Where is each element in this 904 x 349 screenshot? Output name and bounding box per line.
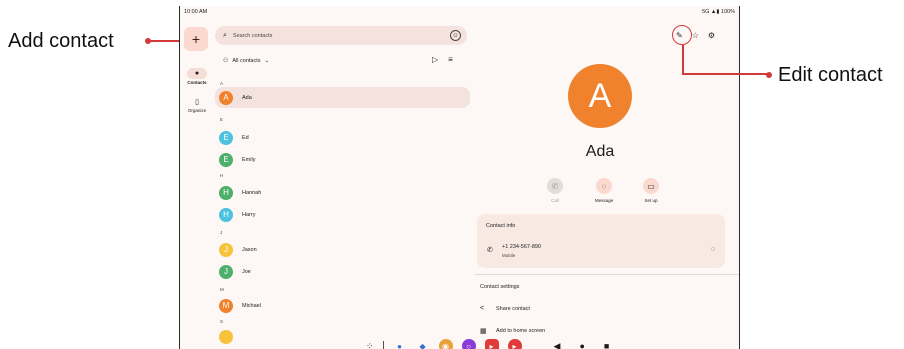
callout-edit-contact-label: Edit contact [778, 64, 883, 86]
setting-label: Share contact [496, 305, 530, 312]
bookmark-icon: ▯ [195, 98, 199, 106]
contact-name: Hannah [242, 189, 262, 196]
contact-name: Ada [242, 94, 252, 101]
taskbar: ⁘ ● ◆ ◉ ○ ▸ ▸ ◀ ● ■ [366, 339, 609, 349]
phone-icon: ✆ [547, 178, 563, 194]
more-settings-icon[interactable]: ⚙ [708, 31, 715, 40]
add-to-home-item[interactable]: ▦ Add to home screen [480, 327, 545, 335]
plus-icon: + [191, 31, 201, 47]
status-time: 10:00 AM [184, 9, 208, 15]
contact-settings-title: Contact settings [480, 284, 520, 290]
contact-row[interactable]: J Joe [215, 261, 470, 282]
contact-row[interactable]: J Jason [215, 239, 470, 260]
contact-row[interactable]: H Harry [215, 204, 470, 225]
tablet-screen: 10:00 AM 5G ▲▮ 100% + ● Contacts ▯ Organ… [179, 6, 740, 349]
message-icon[interactable]: ◌ [711, 246, 715, 253]
search-icon: ⌕ [223, 31, 227, 39]
contact-row[interactable]: H Hannah [215, 182, 470, 203]
contact-photo: A [568, 64, 632, 128]
rail-item-organize[interactable]: ▯ Organize [182, 96, 212, 114]
message-action[interactable]: ◌ Message [584, 178, 624, 203]
divider [475, 274, 739, 275]
contact-name: Joe [242, 268, 251, 275]
action-label: Message [594, 198, 614, 203]
contact-title: Ada [585, 143, 615, 160]
youtube-app-icon[interactable]: ▸ [484, 339, 499, 349]
avatar [219, 330, 233, 344]
section-header: A [220, 81, 224, 86]
label-icon[interactable]: ▷ [432, 55, 438, 64]
section-header: M [220, 287, 224, 292]
contact-name: Michael [242, 302, 261, 309]
contact-row[interactable]: E Emily [215, 149, 470, 170]
status-indicators: 5G ▲▮ 100% [702, 9, 735, 15]
camera-app-icon[interactable]: ○ [461, 339, 476, 349]
home-screen-icon: ▦ [480, 328, 487, 335]
avatar: H [219, 207, 233, 222]
music-app-icon[interactable]: ▸ [507, 339, 522, 349]
contact-name: Harry [242, 211, 256, 218]
callout-add-contact-label: Add contact [8, 30, 114, 52]
callout-edit-contact-line [682, 73, 768, 75]
chrome-app-icon[interactable]: ◉ [438, 339, 453, 349]
share-contact-item[interactable]: < Share contact [480, 305, 530, 312]
contact-row[interactable]: E Ed [215, 127, 470, 148]
section-header: J [220, 230, 223, 235]
action-label: Call [551, 198, 559, 203]
recents-button[interactable]: ■ [604, 341, 609, 349]
share-icon: < [480, 305, 485, 312]
sort-icon[interactable]: ≡ [448, 55, 453, 64]
section-header: E [220, 117, 224, 122]
call-action[interactable]: ✆ Call [535, 178, 575, 203]
rail-item-contacts[interactable]: ● Contacts [182, 68, 212, 85]
phone-icon: ✆ [487, 247, 493, 254]
section-header: S [220, 319, 224, 324]
phone-number[interactable]: +1 234-567-890 [502, 244, 541, 250]
search-input[interactable]: Search contacts [233, 33, 272, 39]
contact-name: Jason [242, 246, 257, 253]
messages-app-icon[interactable]: ◆ [415, 339, 430, 349]
add-contact-button[interactable]: + [184, 27, 208, 51]
contact-name: Emily [242, 156, 256, 163]
home-button[interactable]: ● [579, 341, 584, 349]
rail-item-label: Contacts [187, 80, 207, 85]
avatar: J [219, 242, 233, 257]
phone-type: Mobile [502, 253, 516, 258]
contact-row[interactable]: M Michael [215, 295, 470, 316]
rail-item-label: Organize [187, 108, 207, 113]
callout-edit-contact-ring [672, 25, 692, 45]
filter-label: All contacts [232, 57, 261, 64]
star-icon[interactable]: ☆ [692, 31, 699, 40]
callout-edit-contact-line [682, 45, 684, 74]
list-tools: ▷ ≡ [432, 55, 453, 64]
setup-action[interactable]: ▭ Set up [631, 178, 671, 203]
avatar: H [219, 185, 233, 200]
avatar: A [219, 90, 233, 105]
account-icon[interactable]: ☺ [450, 30, 461, 41]
avatar: J [219, 264, 233, 279]
contact-name: Ed [242, 134, 249, 141]
setting-label: Add to home screen [496, 328, 546, 334]
search-bar[interactable]: ⌕ Search contacts ☺ [215, 26, 467, 45]
avatar: M [219, 298, 233, 313]
avatar: E [219, 130, 233, 145]
contacts-filter[interactable]: ⚇ All contacts ⌄ [223, 57, 270, 65]
contact-row[interactable]: A Ada [215, 87, 470, 108]
action-label: Set up [644, 198, 658, 203]
app-drawer-icon[interactable]: ⁘ [366, 341, 374, 349]
annotated-screenshot: Add contact Edit contact 10:00 AM 5G ▲▮ … [0, 0, 904, 349]
message-icon: ◌ [596, 178, 612, 194]
chevron-down-icon: ⌄ [264, 57, 270, 64]
avatar: E [219, 152, 233, 167]
taskbar-divider [382, 341, 384, 349]
group-icon: ⚇ [223, 58, 229, 64]
back-button[interactable]: ◀ [554, 341, 561, 349]
contact-info-card: Contact info ✆ +1 234-567-890 Mobile ◌ [477, 214, 725, 268]
video-icon: ▭ [643, 178, 659, 194]
callout-add-contact-line [148, 40, 183, 42]
section-header: H [220, 173, 224, 178]
contacts-app-icon[interactable]: ● [392, 339, 407, 349]
card-title: Contact info [486, 223, 516, 229]
person-icon: ● [194, 70, 200, 77]
